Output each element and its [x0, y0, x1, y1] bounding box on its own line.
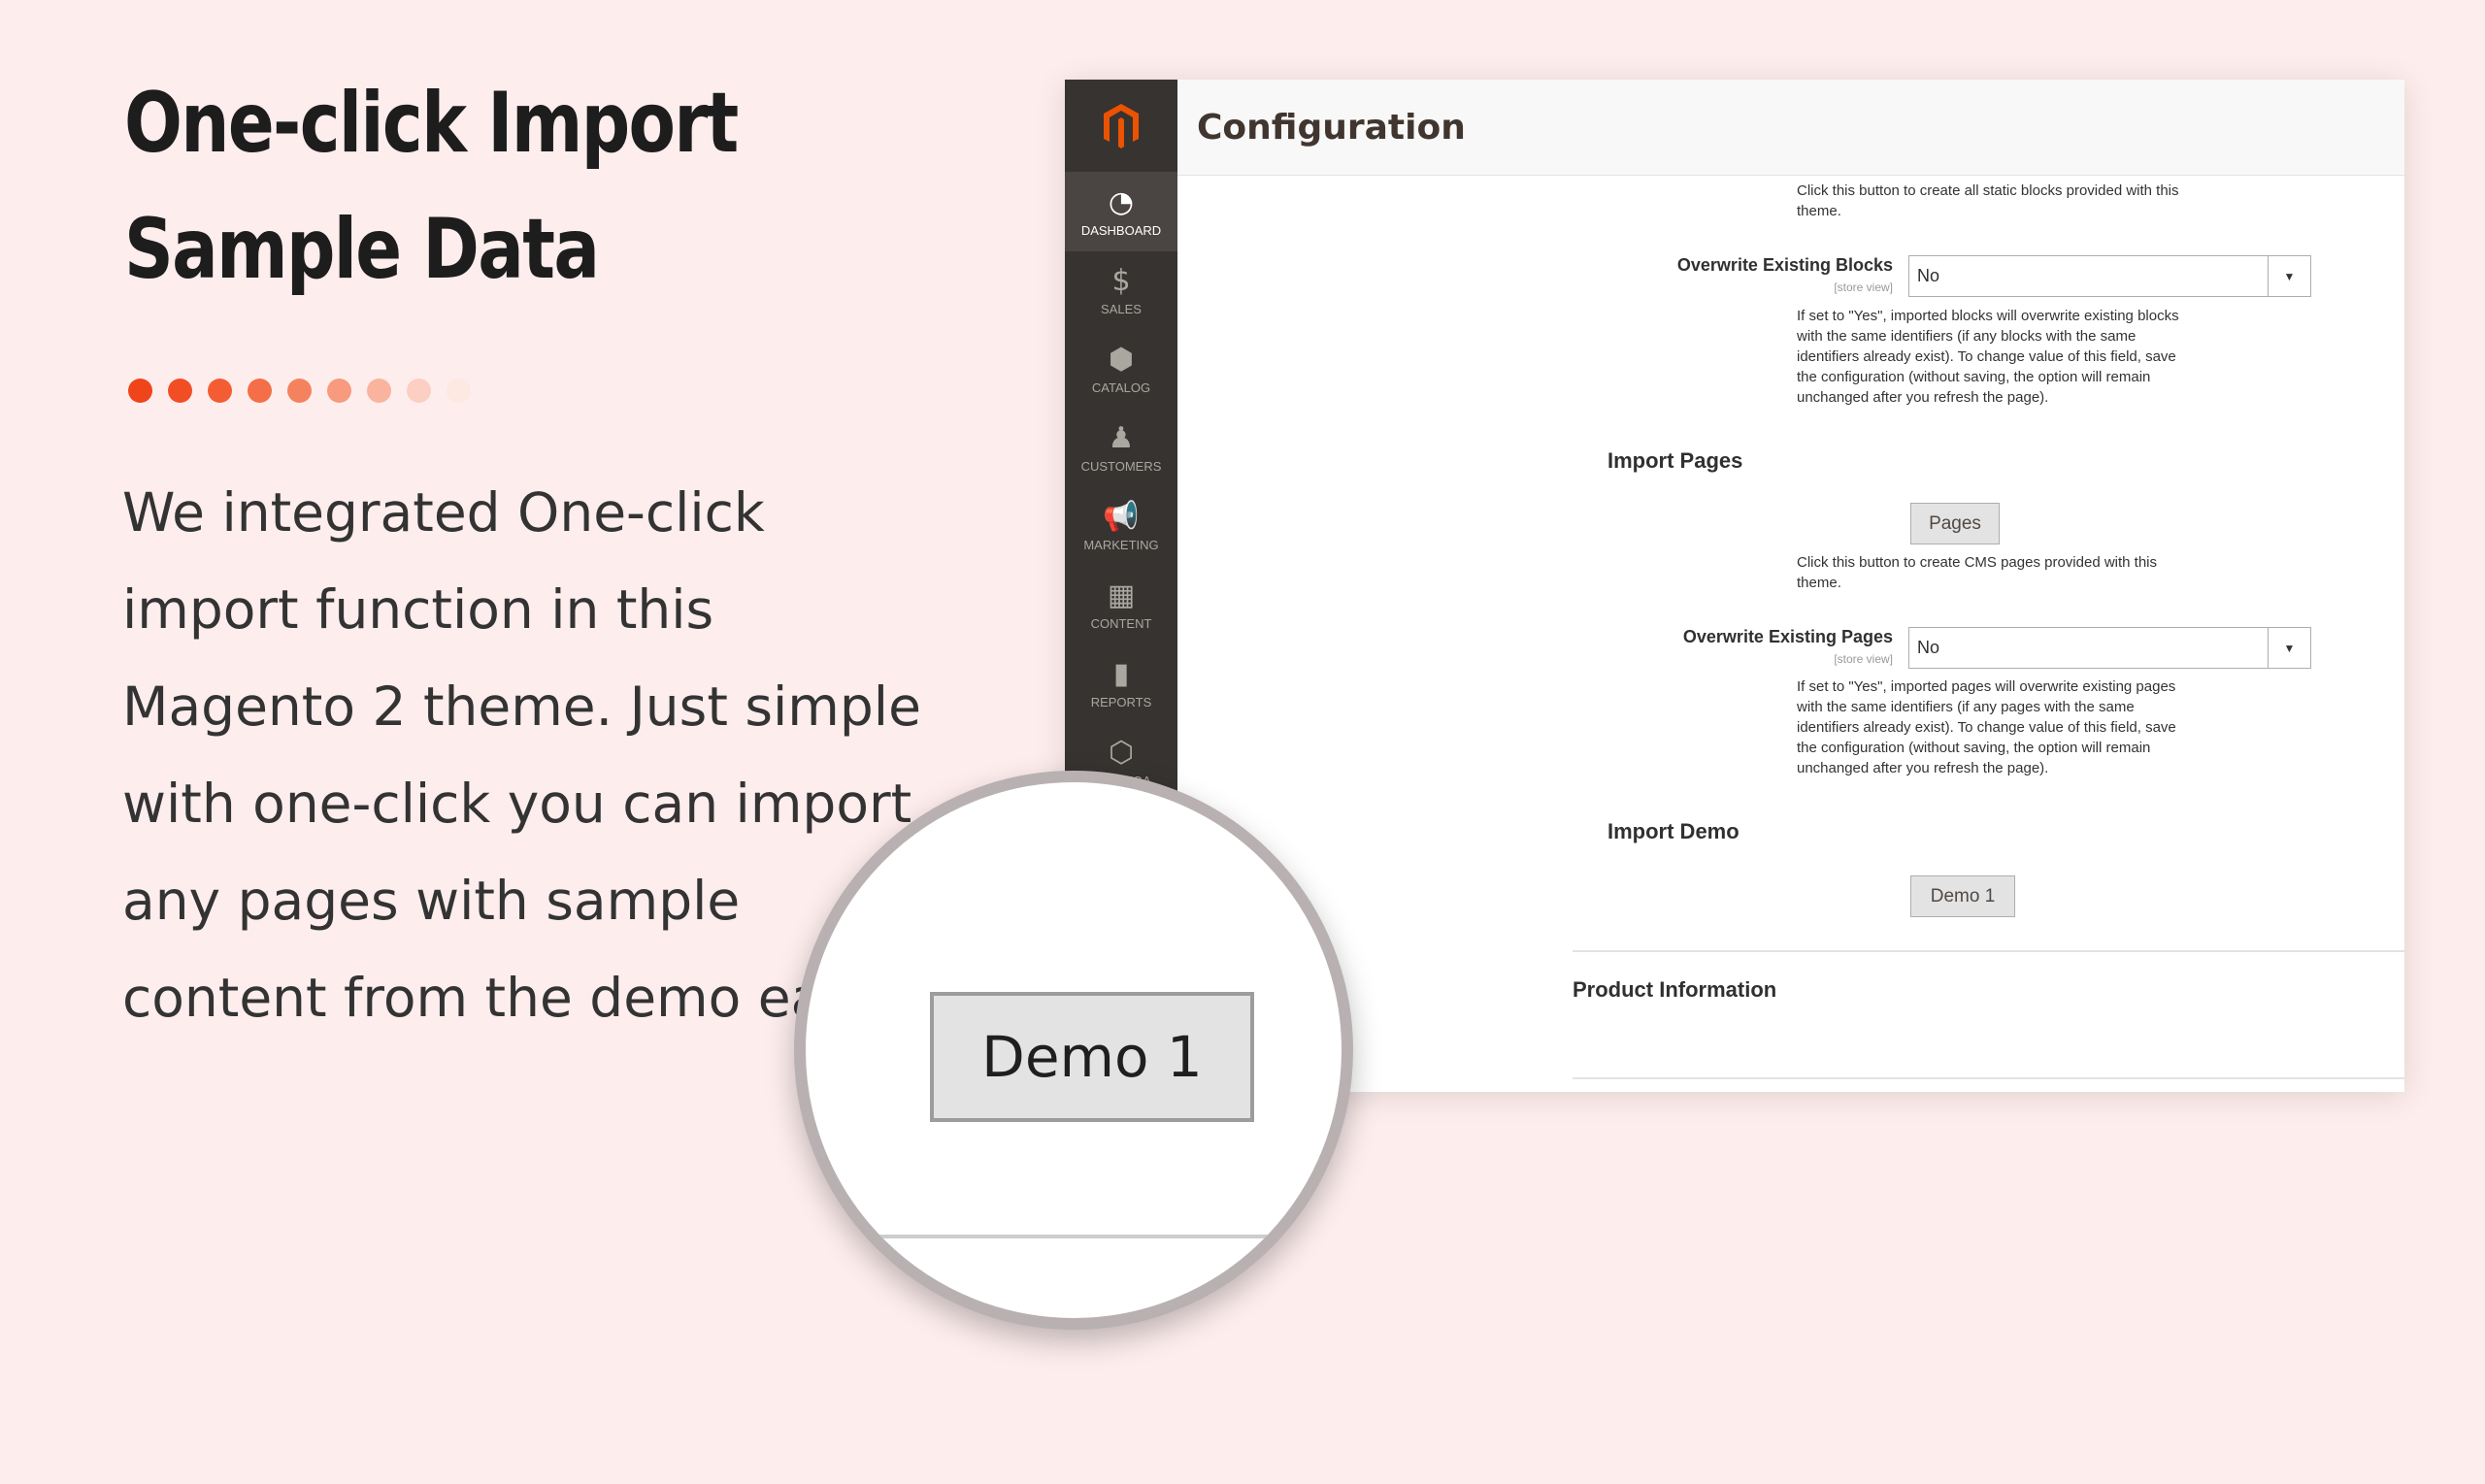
sidebar-item-reports[interactable]: ▮ Reports: [1065, 644, 1177, 723]
decorative-dot: [208, 379, 232, 403]
overwrite-pages-select[interactable]: No ▼: [1908, 627, 2311, 669]
sidebar-item-dashboard[interactable]: ◔ Dashboard: [1065, 173, 1177, 251]
sidebar-item-label: Customers: [1080, 459, 1162, 474]
sidebar-item-marketing[interactable]: 📢 Marketing: [1065, 487, 1177, 566]
overwrite-blocks-note: If set to "Yes", imported blocks will ov…: [1797, 308, 2179, 406]
megaphone-icon: 📢: [1103, 500, 1140, 534]
chevron-down-icon[interactable]: ▼: [2268, 628, 2310, 668]
sidebar-item-label: Reports: [1090, 695, 1152, 709]
main-content: Configuration: [1177, 80, 2404, 1092]
decorative-dot: [327, 379, 351, 403]
sidebar-item-sales[interactable]: $ Sales: [1065, 251, 1177, 330]
decorative-dot: [248, 379, 272, 403]
magnified-demo-1-button[interactable]: Demo 1: [930, 992, 1254, 1122]
sidebar-item-content[interactable]: ▦ Content: [1065, 566, 1177, 644]
demo-1-button[interactable]: Demo 1: [1910, 875, 2015, 917]
magento-logo-icon[interactable]: [1065, 80, 1177, 173]
sidebar-item-catalog[interactable]: ⬢ Catalog: [1065, 330, 1177, 409]
decorative-dot: [447, 379, 471, 403]
import-demo-label: Import Demo: [1607, 819, 1740, 843]
decorative-dot: [287, 379, 312, 403]
person-icon: ♟: [1108, 421, 1135, 455]
section-divider: [1573, 950, 2404, 952]
overwrite-pages-label: Overwrite Existing Pages: [1682, 627, 1893, 646]
sidebar-item-label: Content: [1090, 616, 1152, 631]
sidebar-item-label: Marketing: [1083, 538, 1159, 552]
page-header: Configuration: [1177, 80, 2404, 176]
bar-chart-icon: ▮: [1112, 657, 1130, 691]
blocks-note: Click this button to create all static b…: [1797, 182, 2179, 219]
decorative-dot: [367, 379, 391, 403]
decorative-dots: [128, 379, 471, 403]
headline: One-click Import Sample Data: [124, 60, 809, 313]
pages-button[interactable]: Pages: [1910, 503, 2000, 544]
dashboard-icon: ◔: [1108, 185, 1135, 219]
decorative-dot: [168, 379, 192, 403]
overwrite-blocks-scope: [store view]: [1834, 280, 1893, 294]
product-information-section[interactable]: Product Information: [1573, 977, 1776, 1003]
box-icon: ⬢: [1108, 343, 1135, 377]
decorative-dot: [128, 379, 152, 403]
layout-icon: ▦: [1107, 578, 1136, 612]
overwrite-blocks-select[interactable]: No ▼: [1908, 255, 2311, 297]
page-title: Configuration: [1197, 107, 1466, 148]
overwrite-pages-value: No: [1917, 638, 1940, 657]
headline-line-1: One-click Import: [124, 75, 739, 172]
bottom-divider: [1573, 1077, 2404, 1079]
overwrite-blocks-label: Overwrite Existing Blocks: [1676, 255, 1893, 275]
dollar-icon: $: [1111, 264, 1131, 298]
headline-line-2: Sample Data: [124, 201, 600, 298]
description-text: We integrated One-click import function …: [122, 481, 922, 1029]
magnifier-lens: Demo 1: [794, 771, 1353, 1330]
overwrite-pages-scope: [store view]: [1834, 652, 1893, 666]
pages-note: Click this button to create CMS pages pr…: [1797, 554, 2158, 591]
sidebar-item-label: Dashboard: [1080, 223, 1162, 238]
hexagon-icon: ⬡: [1108, 736, 1135, 770]
overwrite-blocks-value: No: [1917, 266, 1940, 285]
sidebar-item-customers[interactable]: ♟ Customers: [1065, 409, 1177, 487]
magnified-divider: [806, 1235, 1342, 1238]
chevron-down-icon[interactable]: ▼: [2268, 256, 2310, 296]
decorative-dot: [407, 379, 431, 403]
sidebar-item-label: Sales: [1101, 302, 1142, 316]
sidebar-item-label: Catalog: [1091, 380, 1151, 395]
import-pages-label: Import Pages: [1607, 448, 1743, 473]
overwrite-pages-note: If set to "Yes", imported pages will ove…: [1797, 678, 2176, 776]
